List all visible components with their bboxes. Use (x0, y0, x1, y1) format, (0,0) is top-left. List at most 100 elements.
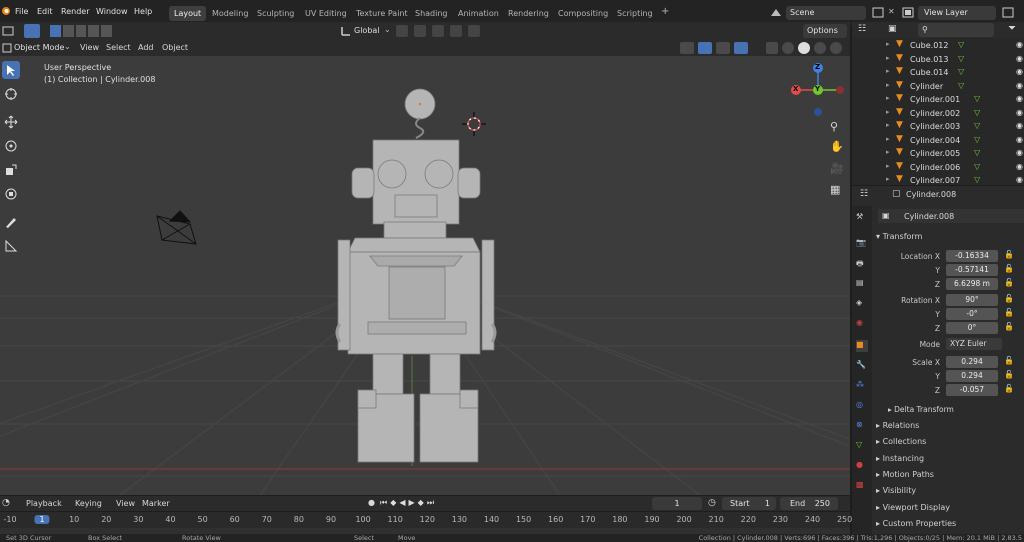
scale-y-field[interactable]: 0.294 (946, 370, 998, 382)
visibility-eye-icon[interactable]: ◉ (1016, 94, 1023, 103)
scene-tab-icon[interactable]: ◈ (856, 298, 868, 310)
timeline-menu-playback[interactable]: Playback (26, 499, 62, 508)
expand-arrow-icon[interactable]: ▸ (886, 40, 890, 48)
annotate-tool-icon[interactable] (2, 213, 20, 231)
data-tab-icon[interactable]: ▽ (856, 440, 868, 452)
outliner-item[interactable]: ▸ ▼ Cylinder.001 ▽ ◉ (852, 93, 1024, 107)
timeline-menu-view[interactable]: View (116, 499, 135, 508)
visibility-eye-icon[interactable]: ◉ (1016, 121, 1023, 130)
menu-edit[interactable]: Edit (37, 7, 53, 16)
material-tab-icon[interactable]: ● (856, 460, 868, 472)
mesh-data-icon[interactable]: ▽ (974, 135, 980, 144)
mesh-data-icon[interactable]: ▽ (974, 148, 980, 157)
constraints-tab-icon[interactable]: ⊗ (856, 420, 868, 432)
expand-arrow-icon[interactable]: ▸ (886, 94, 890, 102)
visibility-eye-icon[interactable]: ◉ (1016, 108, 1023, 117)
clock-icon[interactable]: ◷ (708, 498, 716, 508)
mesh-data-icon[interactable]: ▽ (958, 54, 964, 63)
select-mode-buttons[interactable] (50, 25, 112, 37)
tab-shading[interactable]: Shading (410, 6, 453, 21)
editor-type-icon[interactable] (2, 25, 16, 37)
tab-layout[interactable]: Layout (169, 6, 207, 21)
lock-icon[interactable]: 🔓 (1004, 278, 1014, 287)
move-tool-icon[interactable] (2, 113, 20, 131)
lock-icon[interactable]: 🔓 (1004, 322, 1014, 331)
visibility-eye-icon[interactable]: ◉ (1016, 67, 1023, 76)
lock-icon[interactable]: 🔓 (1004, 370, 1014, 379)
visibility-eye-icon[interactable]: ◉ (1016, 135, 1023, 144)
delta-transform-panel[interactable]: ▸ Delta Transform (888, 405, 954, 414)
object-mode-dropdown[interactable]: Object Mode (14, 43, 64, 52)
mesh-data-icon[interactable]: ▽ (958, 40, 964, 49)
cursor-tool-icon[interactable] (2, 85, 20, 103)
add-workspace-button[interactable]: + (656, 4, 674, 19)
view-layer-tab-icon[interactable]: ▤ (856, 278, 868, 290)
outliner-item[interactable]: ▸ ▼ Cylinder.005 ▽ ◉ (852, 147, 1024, 161)
rotation-mode-dropdown[interactable]: XYZ Euler (946, 338, 1002, 350)
location-x-field[interactable]: -0.16334 (946, 250, 998, 262)
lock-icon[interactable]: 🔓 (1004, 294, 1014, 303)
outliner-item[interactable]: ▸ ▼ Cube.013 ▽ ◉ (852, 53, 1024, 67)
viewport-menu-object[interactable]: Object (162, 43, 188, 52)
scale-x-field[interactable]: 0.294 (946, 356, 998, 368)
world-tab-icon[interactable]: ◉ (856, 318, 868, 330)
rotation-x-field[interactable]: 90° (946, 294, 998, 306)
menu-file[interactable]: File (15, 7, 28, 16)
outliner-item[interactable]: ▸ ▼ Cylinder.002 ▽ ◉ (852, 107, 1024, 121)
view-layer-field[interactable]: View Layer (918, 6, 996, 20)
lock-icon[interactable]: 🔓 (1004, 250, 1014, 259)
outliner-search-input[interactable]: ⚲ (918, 23, 994, 37)
outliner-item[interactable]: ▸ ▼ Cube.012 ▽ ◉ (852, 39, 1024, 53)
menu-help[interactable]: Help (134, 7, 152, 16)
timeline-menu-marker[interactable]: Marker (142, 499, 170, 508)
select-box-tool-icon[interactable] (2, 61, 20, 79)
custom-properties-panel[interactable]: ▸ Custom Properties (876, 519, 956, 528)
snapping-controls[interactable] (396, 25, 506, 37)
tab-sculpting[interactable]: Sculpting (252, 6, 299, 21)
mesh-data-icon[interactable]: ▽ (958, 81, 964, 90)
physics-tab-icon[interactable]: ◎ (856, 400, 868, 412)
ortho-toggle-icon[interactable]: ▦ (830, 183, 840, 196)
viewport-menu-view[interactable]: View (80, 43, 99, 52)
options-dropdown[interactable]: Options (803, 24, 847, 38)
texture-tab-icon[interactable]: ▩ (856, 480, 868, 492)
record-icon[interactable]: ● (368, 498, 375, 507)
visibility-eye-icon[interactable]: ◉ (1016, 81, 1023, 90)
timeline-ruler[interactable]: -10 1 10 20 30 40 50 60 70 80 90 100 110 120 130 140 150… (0, 512, 852, 528)
scale-z-field[interactable]: -0.057 (946, 384, 998, 396)
particles-tab-icon[interactable]: ⁂ (856, 380, 868, 392)
tab-uv-editing[interactable]: UV Editing (300, 6, 352, 21)
expand-arrow-icon[interactable]: ▸ (886, 135, 890, 143)
end-frame-field[interactable]: End 250 (780, 497, 838, 510)
zoom-view-icon[interactable]: ⚲ (830, 120, 838, 133)
visibility-eye-icon[interactable]: ◉ (1016, 148, 1023, 157)
tab-animation[interactable]: Animation (453, 6, 504, 21)
outliner-editor-icon[interactable]: ☷ (858, 24, 866, 34)
expand-arrow-icon[interactable]: ▸ (886, 121, 890, 129)
mesh-data-icon[interactable]: ▽ (974, 175, 980, 184)
expand-arrow-icon[interactable]: ▸ (886, 81, 890, 89)
camera-view-icon[interactable]: 🎥 (830, 162, 844, 175)
expand-arrow-icon[interactable]: ▸ (886, 108, 890, 116)
current-frame-field[interactable]: 1 (652, 497, 702, 510)
current-frame-indicator[interactable]: 1 (34, 515, 50, 524)
tab-modeling[interactable]: Modeling (207, 6, 253, 21)
expand-arrow-icon[interactable]: ▸ (886, 67, 890, 75)
new-view-layer-icon[interactable] (1002, 7, 1014, 18)
data-name-field[interactable]: ▣ Cylinder.008 (878, 209, 1024, 223)
pan-view-icon[interactable]: ✋ (830, 140, 844, 153)
mesh-data-icon[interactable]: ▽ (974, 121, 980, 130)
motion-paths-panel[interactable]: ▸ Motion Paths (876, 470, 934, 479)
modifier-tab-icon[interactable]: 🔧 (856, 360, 868, 372)
rotation-y-field[interactable]: -0° (946, 308, 998, 320)
orientation-chevron-icon[interactable]: ⌄ (384, 25, 391, 34)
expand-arrow-icon[interactable]: ▸ (886, 162, 890, 170)
lock-icon[interactable]: 🔓 (1004, 308, 1014, 317)
rotation-z-field[interactable]: 0° (946, 322, 998, 334)
timeline-editor-icon[interactable]: ◔ (2, 498, 10, 508)
viewport-display-panel[interactable]: ▸ Viewport Display (876, 503, 950, 512)
scale-tool-icon[interactable] (2, 161, 20, 179)
output-tab-icon[interactable]: 🖶 (856, 258, 868, 270)
display-mode-icon[interactable]: ▣ (888, 24, 897, 34)
tab-compositing[interactable]: Compositing (553, 6, 613, 21)
